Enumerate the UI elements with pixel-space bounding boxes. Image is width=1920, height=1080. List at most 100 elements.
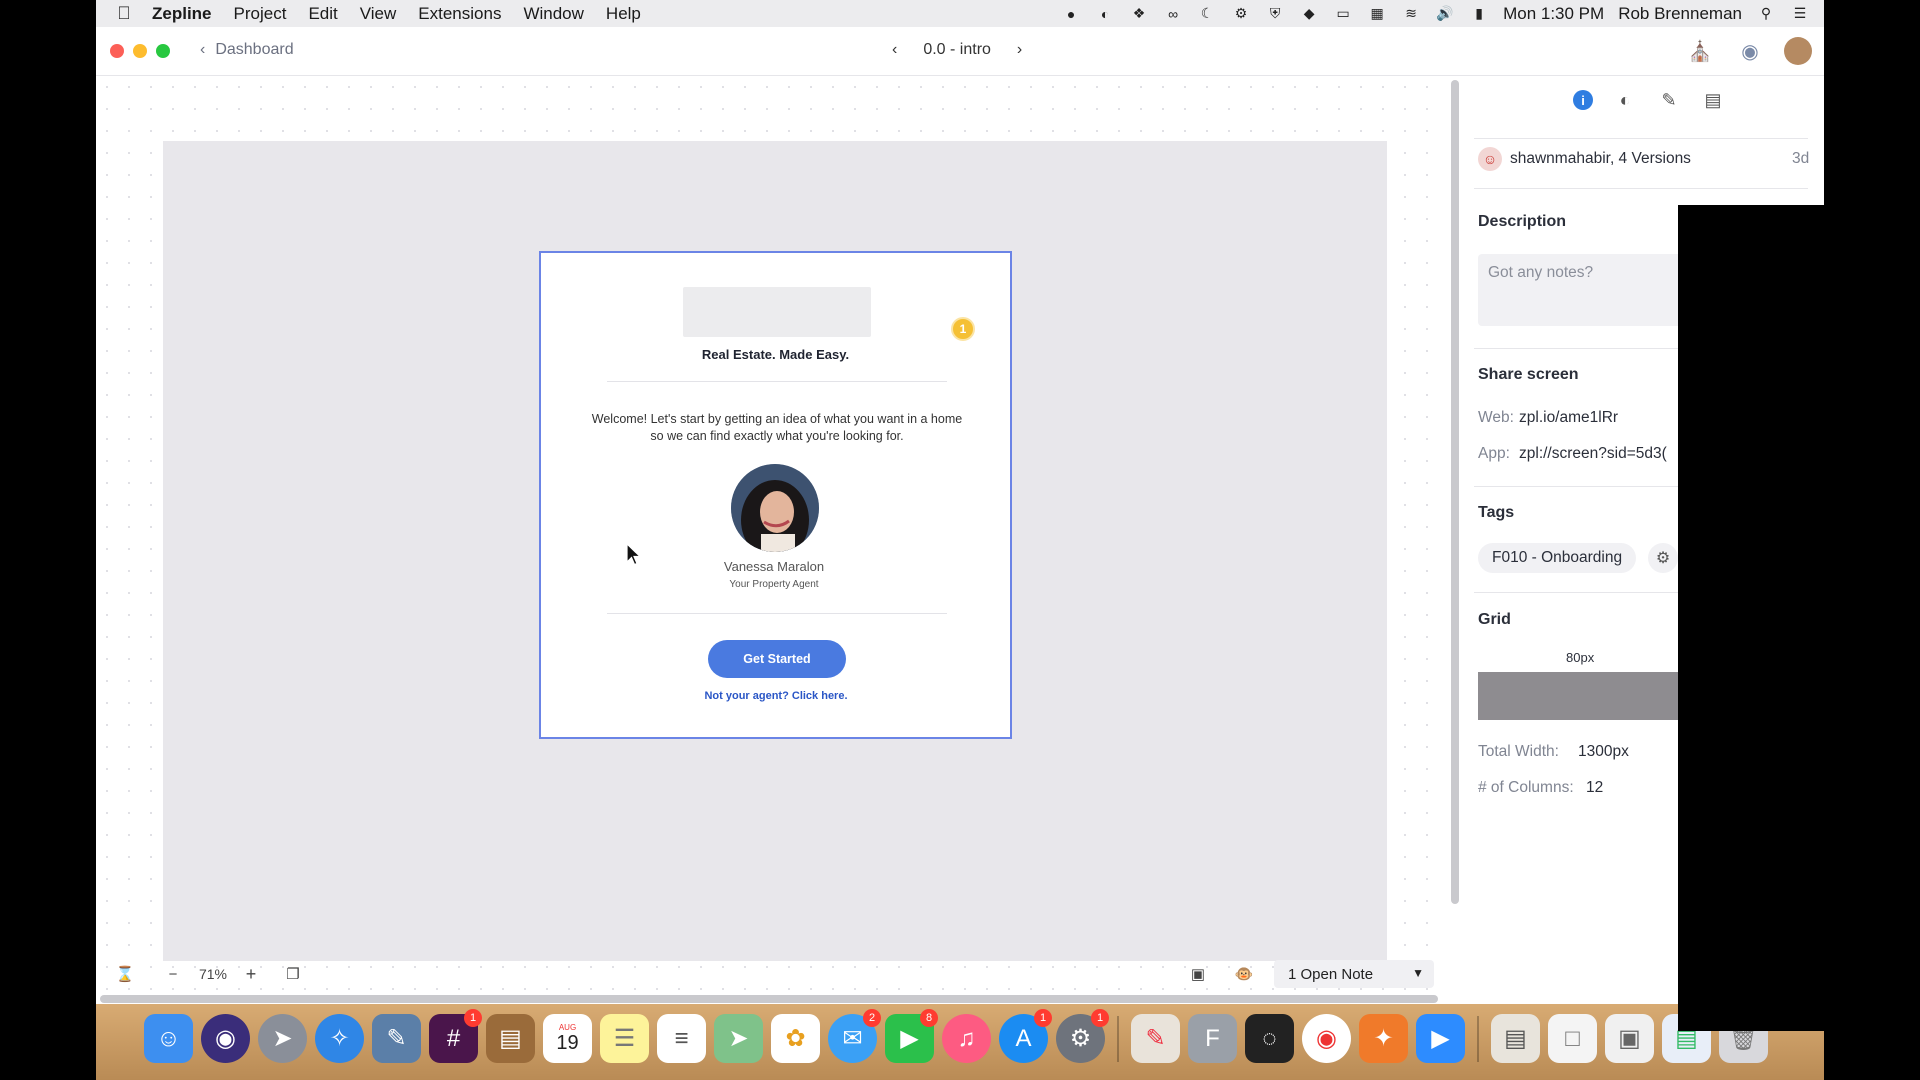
font-app-icon[interactable]: F xyxy=(1188,1014,1237,1063)
menu-edit[interactable]: Edit xyxy=(308,4,337,24)
styleguide-icon[interactable]: ◐ xyxy=(1613,88,1637,112)
system-preferences-icon[interactable]: ⚙ 1 xyxy=(1056,1009,1109,1063)
dropbox-icon[interactable]: ❖ xyxy=(1129,5,1149,22)
slack-icon[interactable]: #1 xyxy=(429,1009,482,1063)
divider-bottom xyxy=(607,613,947,614)
screen-name: 0.0 - intro xyxy=(923,41,991,58)
menu-help[interactable]: Help xyxy=(606,4,641,24)
vertical-scrollbar[interactable] xyxy=(1450,80,1460,904)
notifications-icon[interactable]: ◉ xyxy=(1734,35,1766,67)
sketch-file-icon[interactable]: ✎ xyxy=(1131,1014,1180,1063)
menu-project[interactable]: Project xyxy=(234,4,287,24)
horizontal-scroll-thumb[interactable] xyxy=(100,995,1438,1003)
gear-status-icon[interactable]: ⚙ xyxy=(1231,5,1251,22)
swift-icon[interactable]: ✦ xyxy=(1359,1014,1408,1063)
notification-center-icon[interactable]: ☰ xyxy=(1790,5,1810,22)
not-your-agent-link[interactable]: Not your agent? Click here. xyxy=(541,690,1011,702)
back-to-dashboard[interactable]: ‹ Dashboard xyxy=(200,41,294,59)
vertical-scroll-thumb[interactable] xyxy=(1451,80,1459,904)
launchpad-icon[interactable]: ➤ xyxy=(258,1014,307,1063)
menu-view[interactable]: View xyxy=(360,4,397,24)
moon-icon[interactable]: ☾ xyxy=(1197,5,1217,22)
author-versions[interactable]: shawnmahabir, 4 Versions xyxy=(1510,150,1691,168)
zoom-app-icon[interactable]: ▶ xyxy=(1416,1014,1465,1063)
volume-icon[interactable]: 🔊 xyxy=(1435,5,1455,22)
add-note-icon[interactable]: ▣ xyxy=(1186,956,1210,992)
tag-chip[interactable]: F010 - Onboarding xyxy=(1478,543,1637,573)
memory-icon[interactable]: ▦ xyxy=(1367,5,1387,22)
previous-screen-icon[interactable]: ‹ xyxy=(892,41,897,59)
monkey-icon[interactable]: 🐵 xyxy=(1232,956,1256,992)
reminders-icon[interactable]: ≡ xyxy=(657,1014,706,1063)
app-link[interactable]: zpl://screen?sid=5d3( xyxy=(1519,445,1667,463)
minimize-window-button[interactable] xyxy=(133,44,147,58)
screen-navigator: ‹ 0.0 - intro › xyxy=(892,41,1022,59)
comments-icon[interactable]: ▤ xyxy=(1701,88,1725,112)
shield-icon[interactable]: ⛨ xyxy=(1265,5,1285,22)
welcome-text: Welcome! Let's start by getting an idea … xyxy=(591,412,963,443)
username[interactable]: Rob Brenneman xyxy=(1618,4,1742,24)
tag-label: F010 - Onboarding xyxy=(1492,549,1623,566)
copy-icon[interactable]: ❐ xyxy=(282,956,304,992)
abstract-icon[interactable]: ◌ xyxy=(1245,1014,1294,1063)
tag-settings-gear-icon[interactable]: ⚙ xyxy=(1648,543,1678,573)
notes-app-icon[interactable]: ☰ xyxy=(600,1014,649,1063)
apple-icon[interactable]:  xyxy=(96,3,152,24)
get-started-button[interactable]: Get Started xyxy=(708,640,846,678)
chevron-left-icon: ‹ xyxy=(200,41,206,58)
contrast-icon[interactable]: ◐ xyxy=(1095,6,1115,22)
malwarebytes-icon[interactable]: ◆ xyxy=(1299,5,1319,22)
facetime-icon[interactable]: ▶ 8 xyxy=(885,1009,938,1063)
record-icon[interactable]: ● xyxy=(1061,6,1081,22)
maps-icon[interactable]: ➤ xyxy=(714,1014,763,1063)
info-icon[interactable]: i xyxy=(1573,90,1593,110)
appstore-badge: 1 xyxy=(1034,1009,1052,1027)
downloads-stack-icon[interactable]: ▤ xyxy=(1491,1014,1540,1063)
user-avatar[interactable] xyxy=(1784,37,1812,65)
zoom-level[interactable]: 71% xyxy=(192,956,234,992)
menu-window[interactable]: Window xyxy=(523,4,583,24)
clock[interactable]: Mon 1:30 PM xyxy=(1503,4,1604,24)
photos-icon[interactable]: ✿ xyxy=(771,1014,820,1063)
artboard-intro-screen[interactable]: Real Estate. Made Easy. 1 Welcome! Let's… xyxy=(539,251,1012,739)
screenshot-stack-icon[interactable]: ▣ xyxy=(1605,1014,1654,1063)
wifi-icon[interactable]: ≋ xyxy=(1401,5,1421,22)
creative-cloud-icon[interactable]: ∞ xyxy=(1163,6,1183,22)
airplay-icon[interactable]: ▭ xyxy=(1333,5,1353,22)
next-screen-icon[interactable]: › xyxy=(1017,41,1022,59)
menu-app[interactable]: Zepline xyxy=(152,4,212,24)
share-screen-heading: Share screen xyxy=(1478,366,1579,383)
preview-icon[interactable]: ✎ xyxy=(372,1014,421,1063)
itunes-icon[interactable]: ♫ xyxy=(942,1014,991,1063)
battery-icon[interactable]: ▮ xyxy=(1469,5,1489,22)
zoom-in-button[interactable]: + xyxy=(242,956,260,992)
safari-icon[interactable]: ✧ xyxy=(315,1014,364,1063)
open-notes-select[interactable]: 1 Open Note ▼ xyxy=(1274,960,1434,988)
dock-separator xyxy=(1117,1016,1119,1062)
chrome-icon[interactable]: ◉ xyxy=(1302,1014,1351,1063)
close-window-button[interactable] xyxy=(110,44,124,58)
calendar-icon[interactable]: AUG 19 xyxy=(543,1014,592,1063)
status-area: ● ◐ ❖ ∞ ☾ ⚙ ⛨ ◆ ▭ ▦ ≋ 🔊 ▮ Mon 1:30 PM Ro… xyxy=(1061,0,1810,27)
notefile-icon[interactable]: ▤ xyxy=(486,1014,535,1063)
canvas-toolbar: ⌛ − 71% + ❐ ▣ 🐵 1 Open Note ▼ xyxy=(96,956,1448,992)
menu-extensions[interactable]: Extensions xyxy=(418,4,501,24)
document-stack-icon[interactable]: □ xyxy=(1548,1014,1597,1063)
web-link[interactable]: zpl.io/ame1lRr xyxy=(1519,409,1618,427)
horizontal-scrollbar[interactable] xyxy=(96,992,1466,1004)
divider xyxy=(1474,188,1808,189)
finder-icon[interactable]: ☺ xyxy=(144,1014,193,1063)
project-avatar-icon[interactable]: ⛪ xyxy=(1684,35,1716,67)
zoom-window-button[interactable] xyxy=(156,44,170,58)
note-badge[interactable]: 1 xyxy=(951,317,975,341)
black-overlay-panel xyxy=(1678,205,1824,1031)
app-store-icon[interactable]: A1 xyxy=(999,1009,1052,1063)
pen-icon[interactable]: ✎ xyxy=(1657,88,1681,112)
siri-icon[interactable]: ◉ xyxy=(201,1014,250,1063)
spotlight-search-icon[interactable]: ⚲ xyxy=(1756,5,1776,22)
app-label: App: xyxy=(1478,445,1510,462)
hourglass-icon[interactable]: ⌛ xyxy=(114,956,136,992)
zoom-out-button[interactable]: − xyxy=(164,956,182,992)
web-label: Web: xyxy=(1478,409,1514,426)
messages-icon[interactable]: ✉ 2 xyxy=(828,1009,881,1063)
